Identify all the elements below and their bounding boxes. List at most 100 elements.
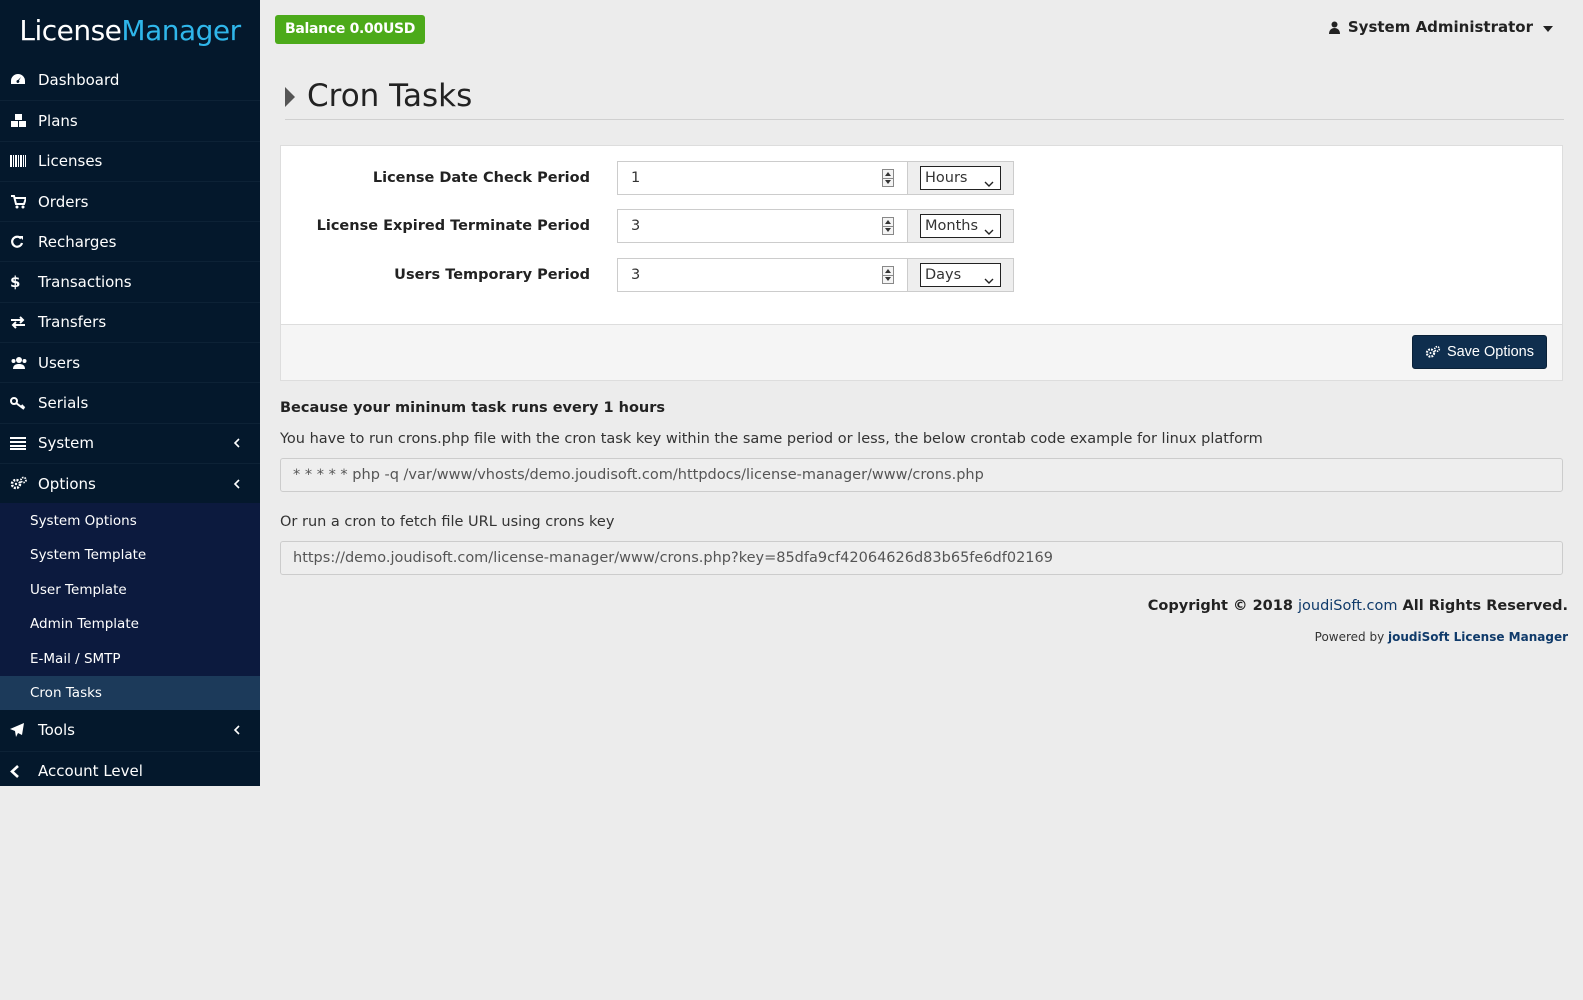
input-value: 3 [631,218,641,234]
brand-part-2: Manager [121,13,241,47]
user-icon [1328,21,1340,34]
user-name: System Administrator [1347,18,1533,36]
save-options-label: Save Options [1446,344,1534,360]
cron-url-field[interactable]: https://demo.joudisoft.com/license-manag… [280,541,1563,575]
submenu-item-cron-tasks[interactable]: Cron Tasks [0,675,260,711]
crontab-command-field[interactable]: * * * * * php -q /var/www/vhosts/demo.jo… [280,458,1563,492]
sidebar-item-label: Serials [38,394,89,413]
chevron-down-icon [984,221,994,243]
form-row-users-temporary: Users Temporary Period 3 Days [281,258,1562,292]
list-icon [10,435,32,451]
select-value: Hours [925,170,968,186]
sidebar-item-plans[interactable]: Plans [0,100,260,140]
sidebar-item-system[interactable]: System [0,422,260,463]
key-icon [10,395,32,411]
sidebar: License Manager Dashboard Plans Licenses … [0,0,260,786]
users-icon [10,355,32,371]
unit-addon: Days [908,258,1014,292]
sidebar-item-label: Licenses [38,152,103,171]
copyright-text: Copyright © 2018 joudiSoft.com All Right… [1148,598,1568,614]
field-label: License Date Check Period [372,170,590,186]
submenu-item-email-smtp[interactable]: E-Mail / SMTP [0,641,260,676]
sidebar-item-tools[interactable]: Tools [0,710,260,750]
sidebar-item-label: Orders [38,192,89,211]
cron-options-panel: License Date Check Period 1 Hours Licens… [280,145,1563,381]
submenu-item-system-template[interactable]: System Template [0,538,260,573]
sidebar-item-label: System [38,434,94,453]
sidebar-nav: Dashboard Plans Licenses Orders Recharge… [0,60,260,503]
sidebar-item-label: Account Level [38,762,143,781]
chevron-left-icon [233,434,240,452]
users-temporary-unit-select[interactable]: Days [920,263,1001,287]
license-expired-terminate-period-input[interactable]: 3 [617,209,908,243]
sidebar-nav-bottom: Tools Account Level [0,710,260,791]
sidebar-item-account-level[interactable]: Account Level [0,750,260,791]
user-menu[interactable]: System Administrator [1328,18,1553,36]
unit-addon: Months [908,209,1014,243]
field-label: Users Temporary Period [394,267,590,283]
gears-icon [10,476,32,492]
balance-badge[interactable]: Balance 0.00USD [275,15,426,44]
sidebar-item-options[interactable]: Options [0,462,260,503]
form-row-license-expired-terminate: License Expired Terminate Period 3 Month… [281,209,1562,243]
sidebar-item-dashboard[interactable]: Dashboard [0,60,260,100]
input-group: 1 Hours [617,161,1014,195]
refresh-icon [10,234,32,250]
chevron-left-icon [10,763,32,779]
sidebar-item-users[interactable]: Users [0,342,260,382]
sidebar-item-label: Transfers [38,313,107,332]
cubes-icon [10,113,32,129]
options-submenu: System Options System Template User Temp… [0,503,260,711]
submenu-item-user-template[interactable]: User Template [0,572,260,607]
license-date-check-unit-select[interactable]: Hours [920,166,1001,190]
sidebar-item-recharges[interactable]: Recharges [0,221,260,261]
brand-part-1: License [19,13,122,47]
unit-addon: Hours [908,161,1014,195]
chevron-down-icon [984,270,994,292]
gears-icon [1425,345,1441,358]
save-options-button[interactable]: Save Options [1411,335,1547,369]
barcode-icon [10,153,32,169]
field-label: License Expired Terminate Period [316,218,590,234]
sidebar-item-label: Recharges [38,232,117,251]
sidebar-item-licenses[interactable]: Licenses [0,140,260,181]
sidebar-item-label: Dashboard [38,71,120,90]
select-value: Days [925,267,962,283]
sidebar-item-serials[interactable]: Serials [0,382,260,422]
caret-down-icon [1543,18,1553,36]
min-task-heading: Because your mininum task runs every 1 h… [280,400,666,416]
copyright-link[interactable]: joudiSoft.com [1298,598,1398,614]
dashboard-icon [10,72,32,88]
page-title: Cron Tasks [307,77,473,114]
sidebar-item-orders[interactable]: Orders [0,180,260,221]
send-icon [10,722,32,738]
submenu-item-system-options[interactable]: System Options [0,503,260,538]
submenu-item-admin-template[interactable]: Admin Template [0,607,260,642]
license-expired-terminate-unit-select[interactable]: Months [920,214,1001,238]
license-date-check-period-input[interactable]: 1 [617,161,908,195]
number-spinner[interactable] [882,169,894,187]
powered-link[interactable]: joudiSoft License Manager [1388,630,1568,644]
sidebar-item-label: Users [38,353,81,372]
sidebar-item-transfers[interactable]: Transfers [0,301,260,342]
number-spinner[interactable] [882,266,894,284]
sidebar-item-transactions[interactable]: $ Transactions [0,261,260,301]
form-row-license-date-check: License Date Check Period 1 Hours [281,161,1562,195]
users-temporary-period-input[interactable]: 3 [617,258,908,292]
cart-icon [10,194,32,210]
input-group: 3 Days [617,258,1014,292]
powered-prefix: Powered by [1314,630,1389,644]
sidebar-item-label: Transactions [38,273,132,292]
sidebar-item-label: Tools [38,721,75,740]
chevron-down-icon [984,173,994,195]
brand-logo[interactable]: License Manager [0,0,260,60]
panel-footer: Save Options [281,324,1562,380]
powered-by-text: Powered by joudiSoft License Manager [1315,630,1568,644]
crontab-instructions: You have to run crons.php file with the … [280,431,1263,447]
select-value: Months [925,218,979,234]
sidebar-item-label: Options [38,474,96,493]
copyright-suffix: All Rights Reserved. [1397,598,1568,614]
sidebar-item-label: Plans [38,111,78,130]
page-header: Cron Tasks [285,72,1564,120]
number-spinner[interactable] [882,217,894,235]
